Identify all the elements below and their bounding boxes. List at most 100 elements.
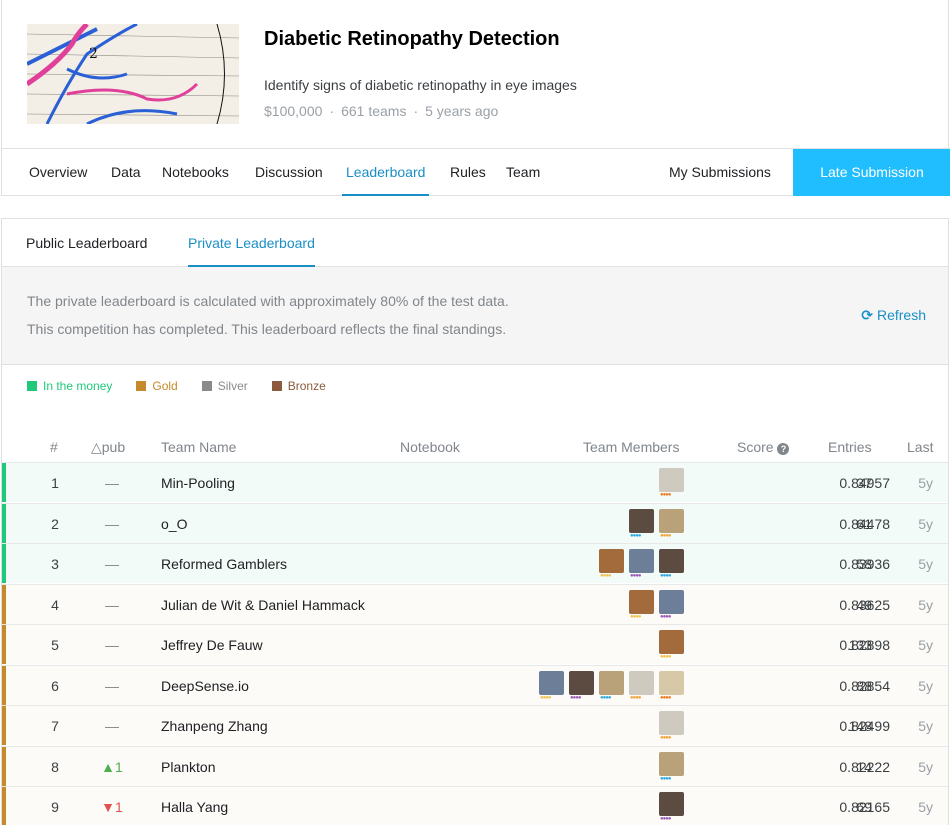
tab-rules[interactable]: Rules — [450, 149, 486, 196]
team-members: ●●●● — [659, 792, 684, 822]
legend-swatch — [136, 381, 147, 391]
legend-item: Bronze — [271, 379, 326, 393]
refresh-label: Refresh — [876, 307, 926, 323]
rank-delta: — — [105, 515, 119, 532]
avatar-image — [629, 589, 654, 614]
header-score-label: Score — [737, 439, 774, 455]
avatar[interactable]: ●●●● — [599, 670, 624, 701]
team-name[interactable]: Jeffrey De Fauw — [161, 637, 263, 653]
tab-public-leaderboard[interactable]: Public Leaderboard — [26, 219, 147, 267]
prize: $100,000 — [264, 103, 323, 119]
avatar[interactable]: ●●●● — [629, 589, 654, 620]
leaderboard-card: Public Leaderboard Private Leaderboard T… — [1, 218, 949, 825]
legend-item: Silver — [201, 379, 248, 393]
legend-label: Gold — [152, 379, 178, 393]
table-row[interactable]: 4— Julian de Wit & Daniel Hammack 0.83625 4… — [2, 583, 948, 624]
tab-notebooks[interactable]: Notebooks — [162, 149, 229, 196]
header-entries[interactable]: Entries — [828, 439, 872, 455]
avatar[interactable]: ●●●● — [569, 670, 594, 701]
entries: 49 — [856, 596, 872, 613]
header-team-members[interactable]: Team Members — [583, 439, 679, 455]
tier-dots: ●●●● — [630, 613, 641, 620]
team-name[interactable]: Halla Yang — [161, 799, 228, 815]
table-row[interactable]: 7— Zhanpeng Zhang 0.82499 148 5y ●●●● — [2, 705, 948, 745]
tier-dots: ●●●● — [660, 492, 671, 498]
table-row[interactable]: 3— Reformed Gamblers 0.83936 58 5y ●●●● ●●●● ●●… — [2, 543, 948, 583]
table-row[interactable]: 5— Jeffrey De Fauw 0.82898 133 5y ●●●● — [2, 624, 948, 664]
header-team-name[interactable]: Team Name — [161, 439, 236, 455]
tier-dots: ●●●● — [660, 816, 671, 822]
avatar[interactable]: ●●●● — [659, 751, 684, 782]
my-submissions-link[interactable]: My Submissions — [669, 149, 771, 196]
header-last[interactable]: Last — [907, 439, 933, 455]
team-name[interactable]: Julian de Wit & Daniel Hammack — [161, 597, 365, 613]
tab-private-leaderboard[interactable]: Private Leaderboard — [188, 219, 315, 267]
team-members: ●●●● — [659, 711, 684, 741]
header-delta[interactable]: △pub — [91, 439, 125, 456]
team-members: ●●●● ●●●● — [629, 508, 684, 539]
rank-delta: — — [105, 677, 119, 694]
avatar[interactable]: ●●●● — [629, 670, 654, 701]
avatar[interactable]: ●●●● — [659, 630, 684, 660]
leaderboard-tabs: Public Leaderboard Private Leaderboard — [2, 219, 948, 267]
legend-item: Gold — [136, 379, 178, 393]
refresh-button[interactable]: ⟳ Refresh — [861, 307, 926, 324]
tab-overview[interactable]: Overview — [29, 149, 87, 196]
rank-delta: — — [105, 596, 119, 613]
avatar-image — [629, 508, 654, 533]
rank: 9 — [51, 799, 59, 815]
tier-bar — [2, 544, 6, 583]
avatar[interactable]: ●●●● — [539, 670, 564, 701]
table-row[interactable]: 9 ▼1 Halla Yang 0.82165 69 5y ●●●● — [2, 786, 948, 825]
avatar[interactable]: ●●●● — [659, 670, 684, 701]
tier-bar — [2, 665, 6, 705]
avatar-image — [599, 670, 624, 695]
tab-data[interactable]: Data — [111, 149, 141, 196]
tier-dots: ●●●● — [630, 694, 641, 701]
header-rank[interactable]: # — [50, 439, 58, 455]
avatar[interactable]: ●●●● — [659, 468, 684, 498]
team-name[interactable]: Min-Pooling — [161, 475, 235, 491]
team-name[interactable]: DeepSense.io — [161, 678, 249, 694]
avatar[interactable]: ●●●● — [629, 508, 654, 539]
rank: 2 — [51, 515, 59, 532]
avatar-image — [539, 670, 564, 695]
team-members: ●●●● ●●●● — [629, 589, 684, 620]
tab-discussion[interactable]: Discussion — [255, 149, 323, 196]
team-name[interactable]: Reformed Gamblers — [161, 556, 287, 572]
avatar[interactable]: ●●●● — [659, 792, 684, 822]
team-name[interactable]: Zhanpeng Zhang — [161, 718, 268, 734]
avatar[interactable]: ●●●● — [629, 549, 654, 579]
tab-leaderboard[interactable]: Leaderboard — [342, 149, 430, 196]
competition-nav: Overview Data Notebooks Discussion Leade… — [2, 148, 950, 196]
tier-bar — [2, 625, 6, 664]
tier-bar — [2, 584, 6, 624]
legend-label: Silver — [217, 379, 248, 393]
avatar[interactable]: ●●●● — [659, 711, 684, 741]
svg-text:2: 2 — [89, 46, 98, 62]
entries: 37 — [856, 475, 872, 491]
table-row[interactable]: 8 ▲1 Plankton 0.82222 14 5y ●●●● — [2, 745, 948, 786]
team-name[interactable]: o_O — [161, 516, 187, 532]
table-row[interactable]: 1— Min-Pooling 0.84957 37 5y ●●●● — [2, 462, 948, 502]
tier-dots: ●●●● — [570, 694, 581, 701]
team-name[interactable]: Plankton — [161, 759, 215, 775]
legend-item: In the money — [27, 379, 112, 393]
tier-dots: ●●●● — [630, 573, 641, 579]
tab-team[interactable]: Team — [506, 149, 540, 196]
late-submission-button[interactable]: Late Submission — [793, 149, 950, 196]
avatar-image — [659, 670, 684, 695]
tier-dots: ●●●● — [660, 694, 671, 701]
tier-bar — [2, 463, 6, 502]
rank: 6 — [51, 677, 59, 694]
leaderboard-info: The private leaderboard is calculated wi… — [2, 267, 948, 365]
table-row[interactable]: 2— o_O 0.84478 61 5y ●●●● ●●●● — [2, 502, 948, 543]
header-notebook[interactable]: Notebook — [400, 439, 460, 455]
table-row[interactable]: 6— DeepSense.io 0.82854 88 5y ●●●● ●●●● ●●●● ●●●… — [2, 664, 948, 705]
avatar[interactable]: ●●●● — [659, 589, 684, 620]
help-icon[interactable]: ? — [777, 443, 790, 455]
avatar[interactable]: ●●●● — [659, 508, 684, 539]
header-score[interactable]: Score ? — [737, 439, 790, 455]
avatar[interactable]: ●●●● — [659, 549, 684, 579]
avatar[interactable]: ●●●● — [599, 549, 624, 579]
